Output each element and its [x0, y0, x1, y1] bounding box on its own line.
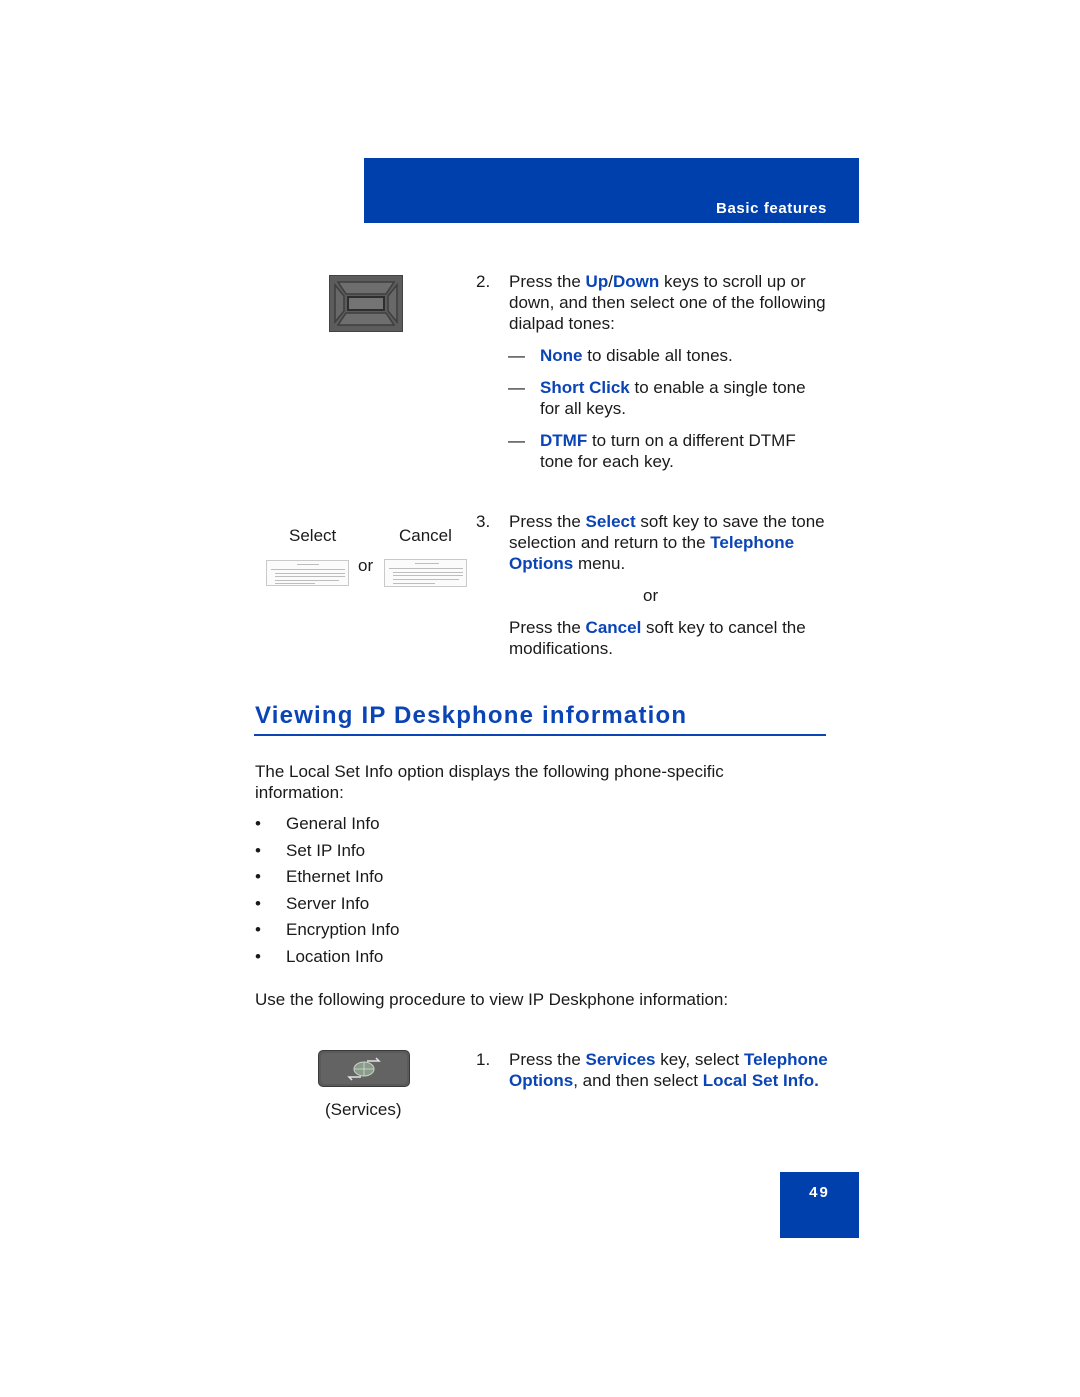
services-globe-icon	[321, 1053, 407, 1084]
page-number: 49	[809, 1184, 830, 1201]
up-key-term: Up	[585, 272, 609, 291]
section-label: Basic features	[716, 200, 827, 217]
step-number: 2.	[476, 272, 491, 291]
or-separator: or	[643, 586, 659, 605]
procedure-intro: Use the following procedure to view IP D…	[255, 990, 729, 1009]
services-key-term: Services	[585, 1050, 656, 1069]
step-3: 3. Press the Select soft key to save the…	[476, 511, 836, 581]
warning-thumbnail-icon	[266, 560, 349, 586]
or-label: or	[358, 556, 374, 575]
navigation-cluster-icon	[329, 275, 403, 332]
tone-option: — DTMF to turn on a different DTMF tone …	[508, 431, 796, 471]
dash: —	[508, 431, 525, 450]
cancel-softkey-label: Cancel	[399, 526, 452, 545]
section-heading: Viewing IP Deskphone information	[255, 702, 688, 729]
step-3-text: Press the Select soft key to save the to…	[509, 512, 825, 573]
section-header-band: Basic features	[364, 158, 859, 223]
services-key	[318, 1050, 410, 1087]
dash: —	[508, 378, 525, 397]
step-number: 1.	[476, 1050, 491, 1069]
step-2: 2. Press the Up/Down keys to scroll up o…	[476, 271, 836, 341]
select-key-term: Select	[585, 512, 636, 531]
local-set-info-term: Local Set Info.	[702, 1071, 819, 1090]
step-1-text: Press the Services key, select Telephone…	[509, 1050, 828, 1090]
warning-thumbnail-icon	[384, 559, 467, 587]
option-term: None	[540, 346, 583, 365]
step-2-text: Press the Up/Down keys to scroll up or d…	[509, 272, 826, 333]
down-key-term: Down	[612, 272, 660, 291]
tone-option: — Short Click to enable a single tone fo…	[508, 378, 806, 418]
step-number: 3.	[476, 512, 491, 531]
intro-paragraph: The Local Set Info option displays the f…	[255, 762, 724, 802]
step-3-alternative: Press the Cancel soft key to cancel the …	[509, 618, 806, 658]
heading-rule	[254, 734, 826, 736]
cancel-key-term: Cancel	[585, 618, 642, 637]
option-term: DTMF	[540, 431, 588, 450]
services-key-caption: (Services)	[325, 1100, 402, 1119]
step-1: 1. Press the Services key, select Teleph…	[476, 1049, 836, 1119]
page-number-box: 49	[780, 1172, 859, 1238]
tone-option: — None to disable all tones.	[508, 346, 733, 365]
option-term: Short Click	[540, 378, 630, 397]
dash: —	[508, 346, 525, 365]
select-softkey-label: Select	[289, 526, 337, 545]
